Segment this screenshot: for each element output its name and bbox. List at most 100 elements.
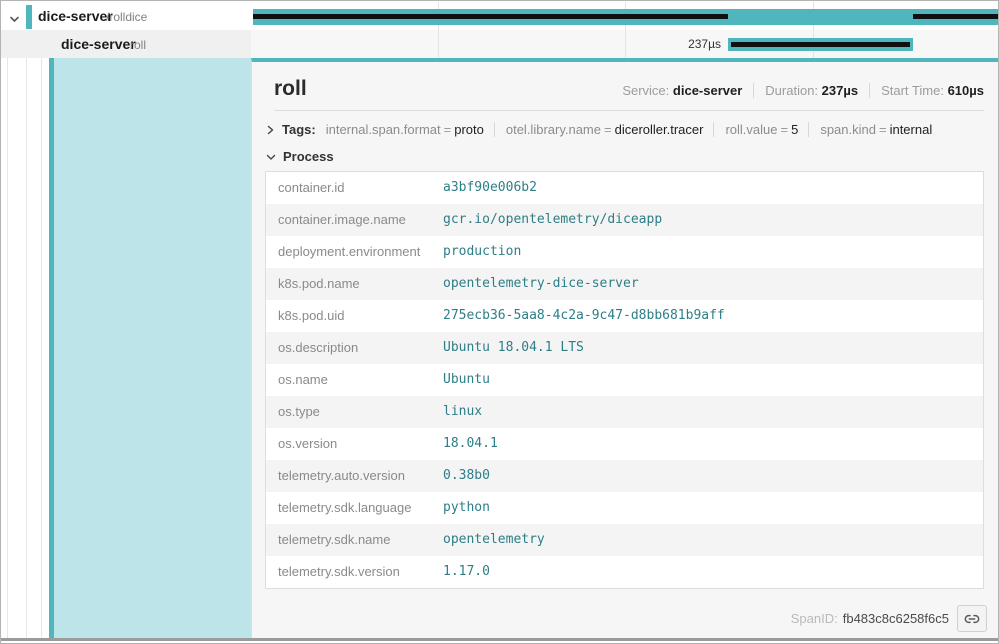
process-table: container.ida3bf90e006b2 container.image… [265,171,984,589]
process-value: a3bf90e006b2 [443,180,537,196]
process-key: os.name [278,372,443,388]
tag-value: proto [454,122,484,137]
table-row: telemetry.sdk.languagepython [266,492,983,524]
table-row: os.nameUbuntu [266,364,983,396]
header-divider [274,110,984,111]
process-key: os.description [278,340,443,356]
span-bar-rolldice[interactable] [253,9,998,25]
chevron-down-icon [266,150,276,165]
indent-guide [7,30,8,638]
span-detail-panel: roll Service: dice-server Duration: 237µ… [251,58,998,638]
process-key: k8s.pod.uid [278,308,443,324]
span-operation-name: /rolldice [106,10,147,24]
indent-guide [26,30,27,638]
table-row: telemetry.sdk.nameopentelemetry [266,524,983,556]
bottom-border [1,638,998,641]
table-row: k8s.pod.uid275ecb36-5aa8-4c2a-9c47-d8bb6… [266,300,983,332]
table-row: os.version18.04.1 [266,428,983,460]
tag-equals: = [601,122,615,137]
process-value: opentelemetry [443,532,545,548]
span-name-row-rolldice[interactable]: dice-server /rolldice [1,4,251,30]
process-value: production [443,244,521,260]
chevron-down-icon[interactable] [9,12,20,30]
span-id-label: SpanID: [791,611,838,626]
selected-span-stripe [49,30,54,638]
tag-value: diceroller.tracer [615,122,704,137]
span-detail-footer: SpanID: fb483c8c6258f6c5 [791,605,987,632]
stat-service-value: dice-server [673,83,742,98]
tag-key: roll.value [725,122,777,137]
process-value: python [443,500,490,516]
span-name-row-roll[interactable]: dice-server roll [1,30,251,58]
critical-path-segment [253,14,728,19]
process-key: telemetry.sdk.name [278,532,443,548]
table-row: container.image.namegcr.io/opentelemetry… [266,204,983,236]
span-service-name: dice-server [61,36,136,52]
process-value: 275ecb36-5aa8-4c2a-9c47-d8bb681b9aff [443,308,725,324]
process-key: k8s.pod.name [278,276,443,292]
table-row: os.typelinux [266,396,983,428]
stat-duration: Duration: 237µs [753,83,858,98]
tag-item: span.kind=internal [808,122,932,137]
process-key: container.image.name [278,212,443,228]
tag-equals: = [441,122,455,137]
jaeger-trace-view: dice-server /rolldice dice-server roll 2… [0,0,999,644]
table-row: telemetry.sdk.version1.17.0 [266,556,983,588]
service-color-tag [26,5,32,29]
process-key: os.type [278,404,443,420]
tag-key: span.kind [820,122,876,137]
tags-accordion-header[interactable]: Tags: internal.span.format=proto otel.li… [266,122,984,137]
tag-equals: = [876,122,890,137]
process-key: os.version [278,436,443,452]
process-value: 0.38b0 [443,468,490,484]
process-key: deployment.environment [278,244,443,260]
process-key: telemetry.sdk.language [278,500,443,516]
copy-link-button[interactable] [957,605,987,632]
tag-key: otel.library.name [506,122,601,137]
span-stats: Service: dice-server Duration: 237µs Sta… [622,83,984,98]
indent-guide [41,30,42,638]
selected-span-highlight [54,58,251,638]
stat-service: Service: dice-server [622,83,742,98]
span-detail-header: roll Service: dice-server Duration: 237µ… [274,77,984,101]
process-value: 1.17.0 [443,564,490,580]
tag-item: internal.span.format=proto [326,122,484,137]
tag-value: internal [890,122,933,137]
tag-key: internal.span.format [326,122,441,137]
process-accordion-header[interactable]: Process [266,149,984,164]
process-label: Process [283,149,334,164]
span-service-name: dice-server [38,8,113,24]
process-value: gcr.io/opentelemetry/diceapp [443,212,662,228]
span-operation-name: roll [130,38,146,52]
span-duration-label: 237µs [621,37,721,51]
process-key: telemetry.sdk.version [278,564,443,580]
table-row: k8s.pod.nameopentelemetry-dice-server [266,268,983,300]
tag-equals: = [778,122,792,137]
table-row: os.descriptionUbuntu 18.04.1 LTS [266,332,983,364]
stat-start-time: Start Time: 610µs [869,83,984,98]
tag-value: 5 [791,122,798,137]
span-id-value: fb483c8c6258f6c5 [843,611,949,626]
process-value: Ubuntu [443,372,490,388]
tag-item: otel.library.name=diceroller.tracer [494,122,704,137]
stat-service-label: Service: [622,83,669,98]
span-bar-roll[interactable] [728,38,913,51]
tag-item: roll.value=5 [713,122,798,137]
stat-duration-label: Duration: [765,83,818,98]
table-row: deployment.environmentproduction [266,236,983,268]
critical-path-segment [731,42,910,47]
critical-path-segment [913,14,998,19]
process-value: linux [443,404,482,420]
process-value: 18.04.1 [443,436,498,452]
process-key: telemetry.auto.version [278,468,443,484]
stat-start-time-label: Start Time: [881,83,944,98]
trace-timeline: 237µs [251,1,998,58]
span-title: roll [274,77,307,101]
process-value: opentelemetry-dice-server [443,276,639,292]
chevron-right-icon [266,123,275,138]
link-icon [964,611,980,627]
process-key: container.id [278,180,443,196]
table-row: telemetry.auto.version0.38b0 [266,460,983,492]
stat-start-time-value: 610µs [948,83,984,98]
tags-label: Tags: [282,122,316,137]
